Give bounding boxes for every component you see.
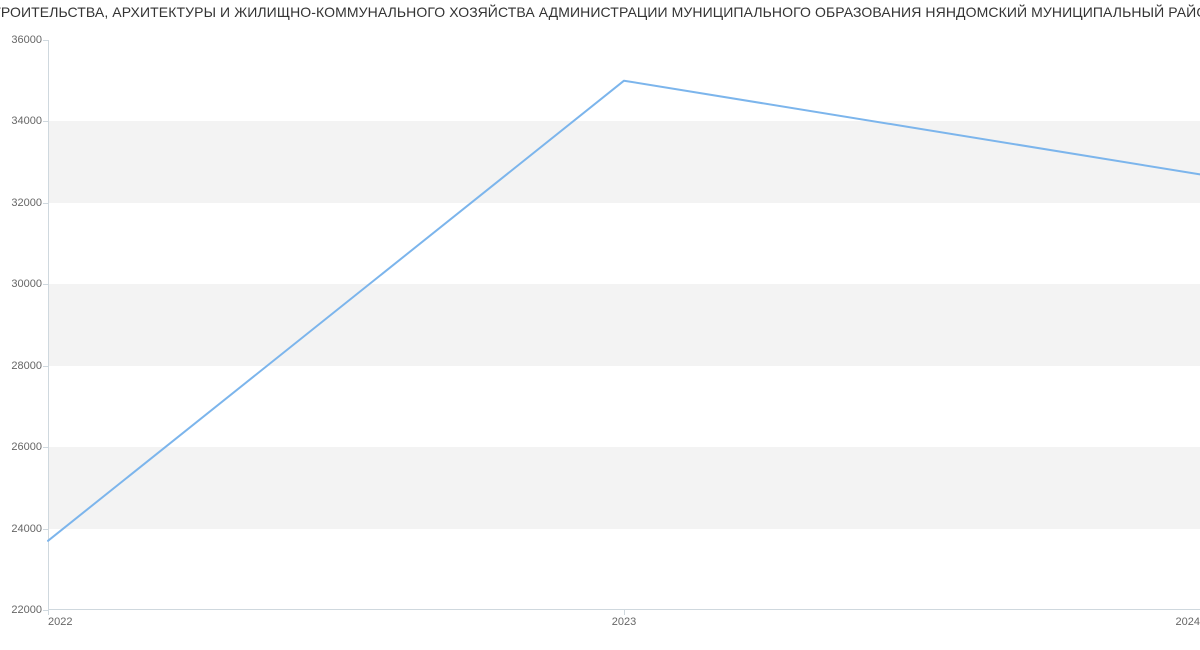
x-tick-label: 2024 bbox=[1176, 616, 1200, 628]
y-tick-label: 24000 bbox=[11, 523, 42, 535]
x-tick bbox=[48, 610, 49, 615]
data-series bbox=[48, 40, 1200, 610]
x-tick-label: 2023 bbox=[612, 616, 636, 628]
y-tick-label: 32000 bbox=[11, 197, 42, 209]
x-tick bbox=[624, 610, 625, 615]
y-tick-label: 36000 bbox=[11, 34, 42, 46]
chart-title: СТРОИТЕЛЬСТВА, АРХИТЕКТУРЫ И ЖИЛИЩНО-КОМ… bbox=[0, 4, 1200, 20]
y-tick-label: 34000 bbox=[11, 115, 42, 127]
y-tick-label: 26000 bbox=[11, 441, 42, 453]
plot-area bbox=[48, 40, 1200, 610]
y-tick-label: 30000 bbox=[11, 278, 42, 290]
line-chart: СТРОИТЕЛЬСТВА, АРХИТЕКТУРЫ И ЖИЛИЩНО-КОМ… bbox=[0, 0, 1200, 650]
y-tick-label: 22000 bbox=[11, 604, 42, 616]
x-tick-label: 2022 bbox=[48, 616, 72, 628]
y-tick-label: 28000 bbox=[11, 360, 42, 372]
